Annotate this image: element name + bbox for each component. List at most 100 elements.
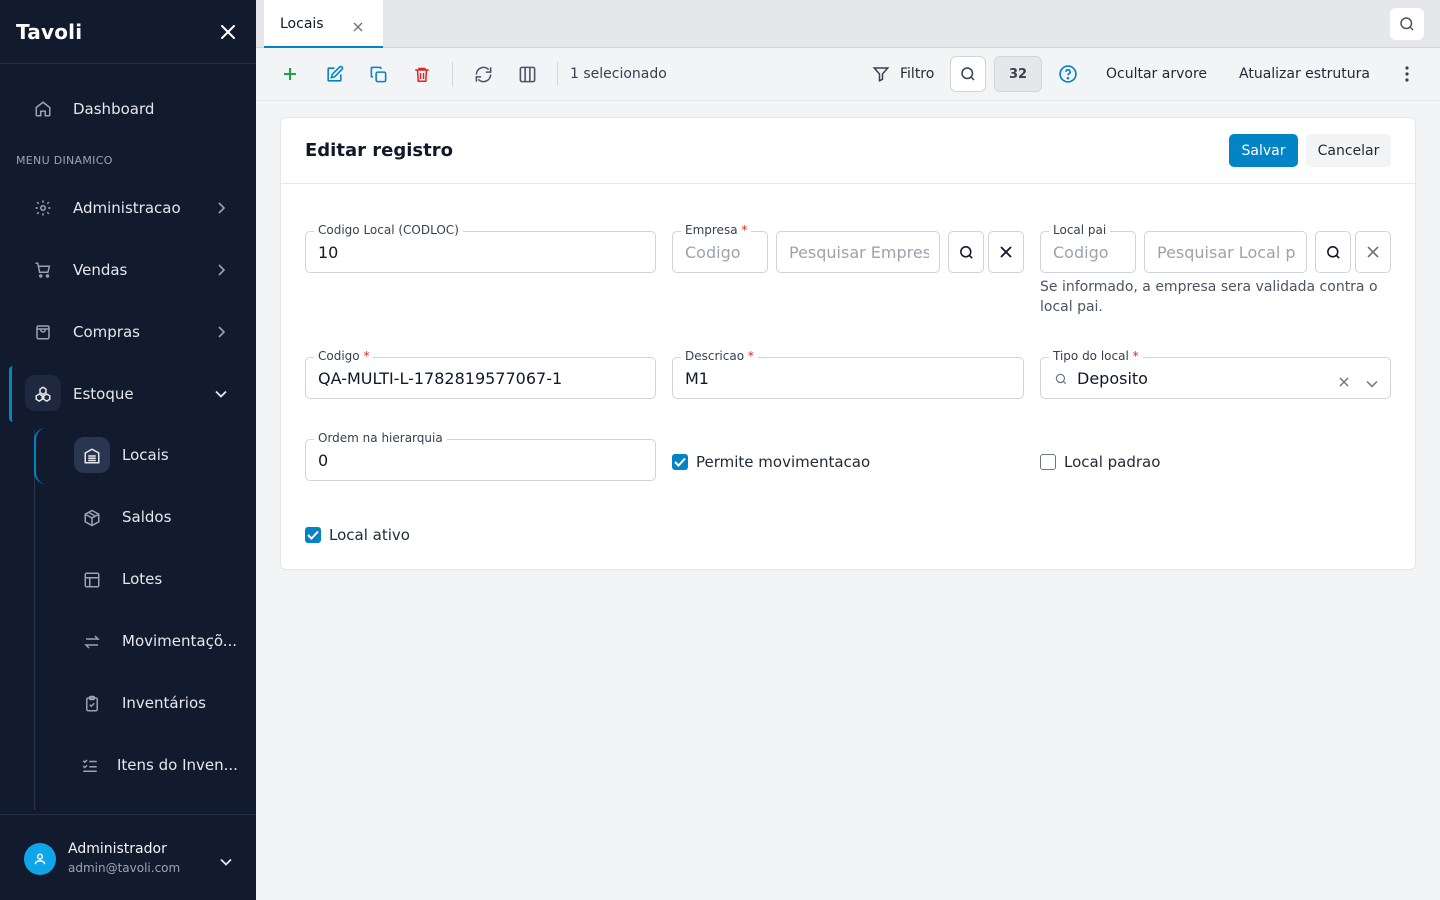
delete-button[interactable] — [407, 60, 437, 88]
local-pai-search-button[interactable] — [1315, 231, 1351, 273]
hide-tree-button[interactable]: Ocultar arvore — [1106, 66, 1207, 82]
codloc-value: 10 — [318, 243, 339, 262]
sidebar-subitem-locais[interactable]: Locais — [0, 434, 256, 478]
chevron-right-icon — [214, 263, 228, 277]
record-count: 32 — [1008, 66, 1028, 82]
toolbar-divider — [557, 62, 558, 86]
empresa-code-placeholder: Codigo — [685, 243, 741, 262]
more-vertical-icon — [1405, 66, 1409, 82]
tipo-local-select[interactable]: Tipo do local * Deposito — [1040, 349, 1391, 399]
refresh-button[interactable] — [468, 60, 498, 88]
chevron-down-icon — [220, 851, 232, 870]
cancel-button[interactable]: Cancelar — [1306, 134, 1391, 167]
cart-icon — [33, 260, 53, 280]
search-toggle-button[interactable] — [950, 56, 986, 92]
sidebar-subitem-label: Movimentaçõ... — [122, 632, 238, 650]
sidebar-subitem-lotes[interactable]: Lotes — [0, 558, 256, 602]
ordem-value: 0 — [318, 451, 329, 470]
sidebar-subitem-label: Itens do Inven... — [117, 756, 238, 774]
search-icon — [961, 67, 975, 81]
sidebar-item-administracao[interactable]: Administracao — [0, 186, 256, 230]
chevron-down-icon — [1366, 373, 1378, 392]
descricao-field[interactable]: Descricao * M1 — [672, 349, 1024, 399]
local-ativo-checkbox[interactable] — [305, 527, 321, 543]
edit-button[interactable] — [319, 60, 349, 88]
codloc-field[interactable]: Codigo Local (CODLOC) 10 — [305, 223, 656, 273]
sidebar-subitem-saldos[interactable]: Saldos — [0, 496, 256, 540]
local-pai-search-placeholder: Pesquisar Local p — [1157, 243, 1296, 262]
clipboard-icon — [82, 694, 102, 714]
local-pai-code-input[interactable]: Local pai Codigo — [1040, 223, 1136, 273]
local-padrao-checkbox[interactable] — [1040, 454, 1056, 470]
duplicate-button[interactable] — [363, 60, 393, 88]
gear-icon — [33, 198, 53, 218]
avatar — [24, 843, 56, 875]
close-icon — [1367, 246, 1379, 258]
close-tab-button[interactable] — [353, 17, 365, 32]
search-icon — [959, 245, 973, 259]
edit-icon — [326, 65, 343, 82]
chevron-down-icon — [214, 387, 228, 401]
sidebar-header: Tavoli — [0, 0, 256, 64]
sidebar-subitem-movimentacoes[interactable]: Movimentaçõ... — [0, 620, 256, 664]
user-menu[interactable]: Administrador admin@tavoli.com — [0, 814, 256, 900]
sidebar-subitem-label: Saldos — [122, 508, 172, 526]
more-options-button[interactable] — [1392, 60, 1422, 88]
help-button[interactable] — [1053, 60, 1083, 88]
sidebar-item-dashboard[interactable]: Dashboard — [0, 87, 256, 131]
tipo-local-value: Deposito — [1077, 369, 1148, 388]
empresa-clear-button[interactable] — [988, 231, 1024, 273]
selection-count: 1 selecionado — [570, 66, 667, 82]
local-pai-label: Local pai — [1049, 223, 1111, 237]
sidebar-item-label: Estoque — [73, 385, 134, 403]
boxes-icon — [33, 384, 53, 404]
permite-movimentacao-checkbox[interactable] — [672, 454, 688, 470]
sidebar-item-label: Compras — [73, 323, 140, 341]
filter-button[interactable]: Filtro — [868, 56, 944, 92]
close-sidebar-button[interactable] — [216, 20, 240, 44]
local-pai-hint: Se informado, a empresa sera validada co… — [1040, 279, 1378, 315]
permite-movimentacao-label: Permite movimentacao — [696, 453, 871, 471]
home-icon — [33, 99, 53, 119]
empresa-code-input[interactable]: Empresa * Codigo — [672, 223, 768, 273]
save-button[interactable]: Salvar — [1229, 134, 1298, 167]
sidebar-item-compras[interactable]: Compras — [0, 310, 256, 354]
sidebar-subitem-itens-inventario[interactable]: Itens do Inven... — [0, 744, 256, 788]
refresh-icon — [475, 66, 491, 82]
sidebar-item-estoque[interactable]: Estoque — [0, 372, 256, 416]
columns-button[interactable] — [512, 60, 542, 88]
codigo-field[interactable]: Codigo * QA-MULTI-L-1782819577067-1 — [305, 349, 656, 399]
close-icon — [1339, 377, 1349, 387]
trash-icon — [415, 67, 429, 82]
global-search-button[interactable] — [1390, 8, 1424, 40]
descricao-label: Descricao * — [681, 349, 758, 363]
sidebar: Tavoli Dashboard MENU DINAMICO Administr… — [0, 0, 256, 900]
bag-icon — [33, 322, 53, 342]
edit-form-card: Editar registro Salvar Cancelar Codigo L… — [280, 117, 1416, 570]
close-icon — [1000, 246, 1012, 258]
add-button[interactable] — [275, 60, 305, 88]
filter-label: Filtro — [900, 66, 935, 82]
sidebar-item-label: Vendas — [73, 261, 128, 279]
local-pai-clear-button[interactable] — [1355, 231, 1391, 273]
package-icon — [82, 508, 102, 528]
sidebar-subitem-inventarios[interactable]: Inventários — [0, 682, 256, 726]
search-icon — [1326, 245, 1340, 259]
empresa-search-button[interactable] — [948, 231, 984, 273]
check-icon — [674, 457, 686, 467]
sidebar-item-vendas[interactable]: Vendas — [0, 248, 256, 292]
columns-icon — [519, 66, 535, 82]
card-header: Editar registro Salvar Cancelar — [281, 118, 1415, 184]
clear-selection-button[interactable] — [1339, 372, 1349, 391]
brand-logo: Tavoli — [16, 19, 83, 44]
record-count-badge[interactable]: 32 — [994, 56, 1042, 92]
codigo-label: Codigo * — [314, 349, 374, 363]
local-pai-search-input[interactable]: Pesquisar Local p — [1144, 231, 1307, 273]
ordem-field[interactable]: Ordem na hierarquia 0 — [305, 431, 656, 481]
empresa-search-input[interactable]: Pesquisar Empres — [776, 231, 940, 273]
user-icon — [34, 853, 46, 865]
arrows-icon — [82, 632, 102, 652]
help-icon — [1059, 65, 1077, 83]
update-structure-button[interactable]: Atualizar estrutura — [1239, 66, 1370, 82]
tab-locais[interactable]: Locais — [264, 0, 383, 48]
